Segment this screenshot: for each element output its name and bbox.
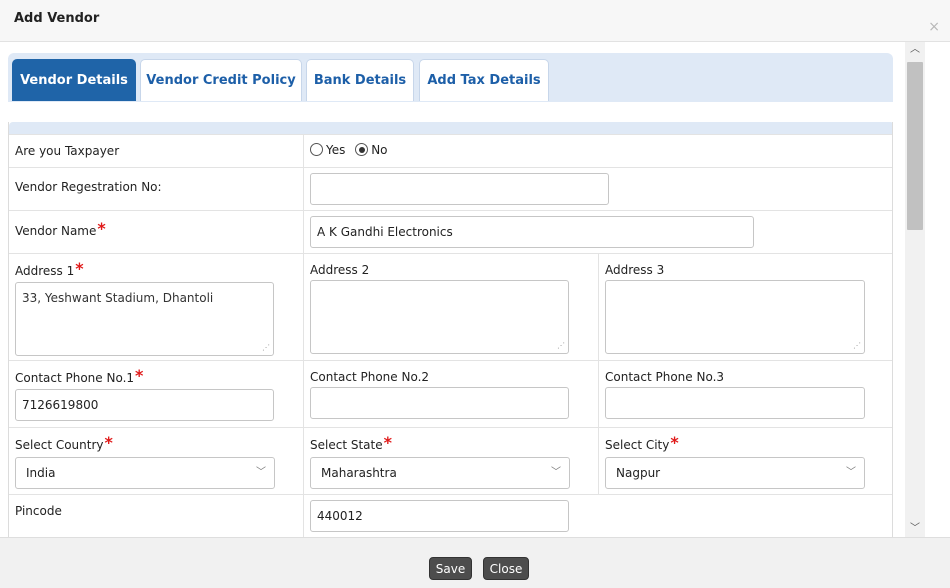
country-label-text: Select Country: [15, 438, 104, 452]
row-registration: Vendor Regestration No:: [9, 168, 892, 211]
vertical-scrollbar[interactable]: ︿ ﹀: [905, 42, 925, 537]
cell-state: Select State* Maharashtra ﹀: [304, 428, 599, 494]
address2-label: Address 2: [310, 263, 370, 277]
taxpayer-no-label: No: [371, 143, 388, 157]
dialog-footer: Save Close: [0, 537, 950, 588]
required-mark: *: [75, 259, 84, 278]
required-mark: *: [97, 219, 106, 238]
tab-vendor-credit-policy[interactable]: Vendor Credit Policy: [140, 59, 302, 101]
address2-textarea[interactable]: ⋰: [310, 280, 569, 354]
row-pincode: Pincode 440012: [9, 495, 892, 537]
taxpayer-no-radio[interactable]: [355, 143, 369, 156]
row-phones: Contact Phone No.1* 7126619800 Contact P…: [9, 361, 892, 428]
city-value: Nagpur: [616, 466, 661, 480]
state-label: Select State*: [310, 433, 392, 453]
row-taxpayer: Are you Taxpayer Yes No: [9, 134, 892, 168]
registration-no-input[interactable]: [310, 173, 609, 205]
row-location: Select Country* India ﹀ Select State* Ma…: [9, 428, 892, 495]
phone3-label: Contact Phone No.3: [605, 370, 725, 384]
down-chevron-icon[interactable]: ﹀: [905, 521, 925, 537]
required-mark: *: [670, 433, 679, 452]
address3-label: Address 3: [605, 263, 665, 277]
address1-label: Address 1*: [15, 259, 84, 279]
cell-vendor-name-value: A K Gandhi Electronics: [304, 211, 892, 253]
pincode-label: Pincode: [15, 504, 62, 518]
resize-grip-icon[interactable]: ⋰: [853, 342, 861, 350]
cell-registration-value: [304, 168, 892, 210]
country-select[interactable]: India ﹀: [15, 457, 275, 489]
tab-bank-details[interactable]: Bank Details: [306, 59, 414, 101]
phone3-input[interactable]: [605, 387, 865, 419]
cell-phone2: Contact Phone No.2: [304, 361, 599, 427]
state-label-text: Select State: [310, 438, 383, 452]
cell-registration-label: Vendor Regestration No:: [9, 168, 304, 210]
phone2-input[interactable]: [310, 387, 569, 419]
cell-phone3: Contact Phone No.3: [599, 361, 892, 427]
city-label-text: Select City: [605, 438, 670, 452]
chevron-down-icon: ﹀: [846, 467, 856, 478]
row-vendor-name: Vendor Name* A K Gandhi Electronics: [9, 211, 892, 254]
taxpayer-yes-radio[interactable]: [310, 143, 323, 156]
cell-phone1: Contact Phone No.1* 7126619800: [9, 361, 304, 427]
chevron-down-icon: ﹀: [551, 467, 561, 478]
registration-label: Vendor Regestration No:: [15, 180, 162, 194]
tab-vendor-details[interactable]: Vendor Details: [12, 59, 136, 101]
phone1-label-text: Contact Phone No.1: [15, 371, 135, 385]
state-select[interactable]: Maharashtra ﹀: [310, 457, 570, 489]
tab-bar: Vendor Details Vendor Credit Policy Bank…: [8, 53, 893, 102]
close-icon[interactable]: ×: [928, 20, 940, 34]
scroll-thumb[interactable]: [907, 62, 923, 230]
cell-taxpayer-label: Are you Taxpayer: [9, 135, 304, 167]
address1-value: 33, Yeshwant Stadium, Dhantoli: [22, 291, 214, 305]
taxpayer-radio-group: Yes No: [310, 143, 394, 157]
row-addresses: Address 1* 33, Yeshwant Stadium, Dhantol…: [9, 254, 892, 361]
close-button[interactable]: Close: [483, 557, 529, 580]
cell-address2: Address 2 ⋰: [304, 254, 599, 360]
dialog-titlebar: Add Vendor ×: [0, 0, 950, 42]
country-label: Select Country*: [15, 433, 113, 453]
cell-address1: Address 1* 33, Yeshwant Stadium, Dhantol…: [9, 254, 304, 360]
country-value: India: [26, 466, 56, 480]
tab-add-tax-details[interactable]: Add Tax Details: [419, 59, 549, 101]
city-label: Select City*: [605, 433, 679, 453]
panel-header-strip: [9, 122, 892, 134]
cell-taxpayer-value: Yes No: [304, 135, 892, 167]
resize-grip-icon[interactable]: ⋰: [557, 342, 565, 350]
address1-label-text: Address 1: [15, 264, 75, 278]
address3-textarea[interactable]: ⋰: [605, 280, 865, 354]
up-chevron-icon[interactable]: ︿: [905, 42, 925, 58]
address1-textarea[interactable]: 33, Yeshwant Stadium, Dhantoli ⋰: [15, 282, 274, 356]
vendor-name-input[interactable]: A K Gandhi Electronics: [310, 216, 754, 248]
required-mark: *: [383, 433, 392, 452]
cell-country: Select Country* India ﹀: [9, 428, 304, 494]
cell-pincode-label: Pincode: [9, 495, 304, 537]
required-mark: *: [104, 433, 113, 452]
state-value: Maharashtra: [321, 466, 397, 480]
resize-grip-icon[interactable]: ⋰: [262, 344, 270, 352]
taxpayer-label: Are you Taxpayer: [15, 144, 120, 158]
required-mark: *: [135, 366, 144, 385]
vendor-details-panel: Are you Taxpayer Yes No Vendor Regestrat…: [8, 122, 893, 537]
cell-pincode-value: 440012: [304, 495, 892, 537]
phone1-input[interactable]: 7126619800: [15, 389, 274, 421]
dialog-title: Add Vendor: [14, 11, 100, 26]
city-select[interactable]: Nagpur ﹀: [605, 457, 865, 489]
vendor-name-label: Vendor Name*: [15, 219, 106, 239]
cell-vendor-name-label: Vendor Name*: [9, 211, 304, 253]
cell-city: Select City* Nagpur ﹀: [599, 428, 892, 494]
vendor-name-label-text: Vendor Name: [15, 224, 97, 238]
phone1-label: Contact Phone No.1*: [15, 366, 144, 386]
chevron-down-icon: ﹀: [256, 467, 266, 478]
dialog-content: Vendor Details Vendor Credit Policy Bank…: [0, 42, 950, 537]
pincode-input[interactable]: 440012: [310, 500, 569, 532]
save-button[interactable]: Save: [429, 557, 472, 580]
taxpayer-yes-label: Yes: [326, 143, 346, 157]
cell-address3: Address 3 ⋰: [599, 254, 892, 360]
phone2-label: Contact Phone No.2: [310, 370, 430, 384]
